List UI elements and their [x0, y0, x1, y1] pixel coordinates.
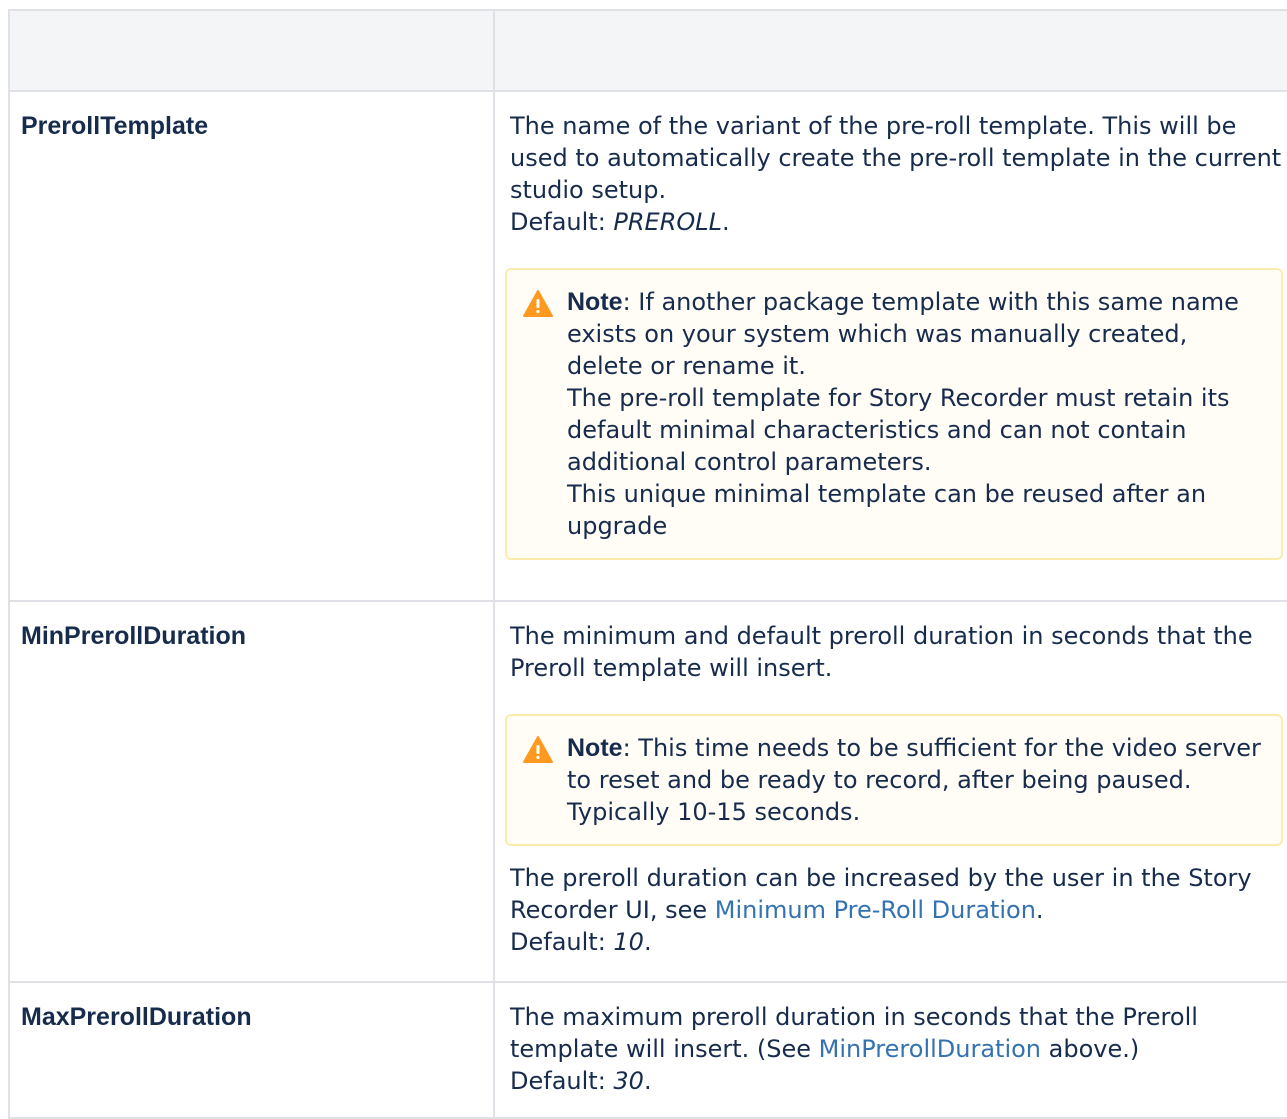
param-name-cell: PrerollTemplate: [8, 90, 495, 602]
param-description: The name of the variant of the pre-roll …: [510, 112, 1282, 204]
page: PrerollTemplate The name of the variant …: [0, 0, 1287, 1119]
param-name-cell: MaxPrerollDuration: [8, 981, 495, 1119]
note-separator: :: [622, 288, 639, 316]
warning-icon: [523, 290, 567, 317]
description-text-end: above.): [1041, 1035, 1140, 1063]
default-label: Default:: [510, 208, 614, 236]
parameters-table: PrerollTemplate The name of the variant …: [8, 9, 1287, 1119]
param-name-cell: MinPrerollDuration: [8, 600, 495, 983]
note-line: Note: If another package template with t…: [567, 286, 1269, 382]
extra-text-end: .: [1035, 896, 1044, 924]
note-panel: Note: This time needs to be sufficient f…: [505, 714, 1283, 846]
default-suffix: .: [722, 208, 730, 236]
default-value: 10: [613, 928, 644, 956]
default-suffix: .: [643, 928, 652, 956]
table-row: MaxPrerollDuration The maximum preroll d…: [8, 981, 1287, 1119]
param-default: Default: 10.: [510, 926, 1283, 958]
default-value: PREROLL: [613, 208, 723, 236]
note-text: The pre-roll template for Story Recorder…: [567, 384, 1230, 476]
note-label: Note: [567, 288, 623, 316]
warning-icon: [523, 736, 567, 763]
note-body: Note: If another package template with t…: [567, 286, 1269, 542]
param-description: The minimum and default preroll duration…: [510, 622, 1253, 682]
param-name: MinPrerollDuration: [21, 622, 247, 650]
table-row: PrerollTemplate The name of the variant …: [8, 90, 1287, 602]
note-separator: :: [622, 734, 639, 762]
param-description-cell: The maximum preroll duration in seconds …: [493, 981, 1287, 1119]
param-default: Default: 30.: [510, 1065, 1283, 1097]
default-label: Default:: [510, 928, 614, 956]
note-text: This unique minimal template can be reus…: [567, 480, 1207, 540]
default-value: 30: [613, 1067, 644, 1095]
minimum-pre-roll-duration-link[interactable]: Minimum Pre-Roll Duration: [715, 896, 1036, 924]
note-line: Note: This time needs to be sufficient f…: [567, 732, 1269, 828]
param-extra-description: The preroll duration can be increased by…: [510, 862, 1283, 926]
param-name: PrerollTemplate: [21, 112, 209, 140]
header-cell-name: [8, 9, 495, 92]
default-suffix: .: [643, 1067, 652, 1095]
header-cell-description: [493, 9, 1287, 92]
table-header-row: [8, 9, 1287, 92]
param-name: MaxPrerollDuration: [21, 1003, 252, 1031]
note-text: If another package template with this sa…: [567, 288, 1239, 380]
note-text: This time needs to be sufficient for the…: [567, 734, 1261, 826]
note-label: Note: [567, 734, 623, 762]
param-description-cell: The minimum and default preroll duration…: [493, 600, 1287, 983]
param-description-cell: The name of the variant of the pre-roll …: [493, 90, 1287, 602]
min-preroll-duration-link[interactable]: MinPrerollDuration: [819, 1035, 1041, 1063]
note-panel: Note: If another package template with t…: [505, 268, 1283, 560]
note-body: Note: This time needs to be sufficient f…: [567, 732, 1269, 828]
param-default: Default: PREROLL.: [510, 206, 1283, 238]
param-description: The maximum preroll duration in seconds …: [510, 1001, 1283, 1065]
default-label: Default:: [510, 1067, 614, 1095]
table-row: MinPrerollDuration The minimum and defau…: [8, 600, 1287, 983]
